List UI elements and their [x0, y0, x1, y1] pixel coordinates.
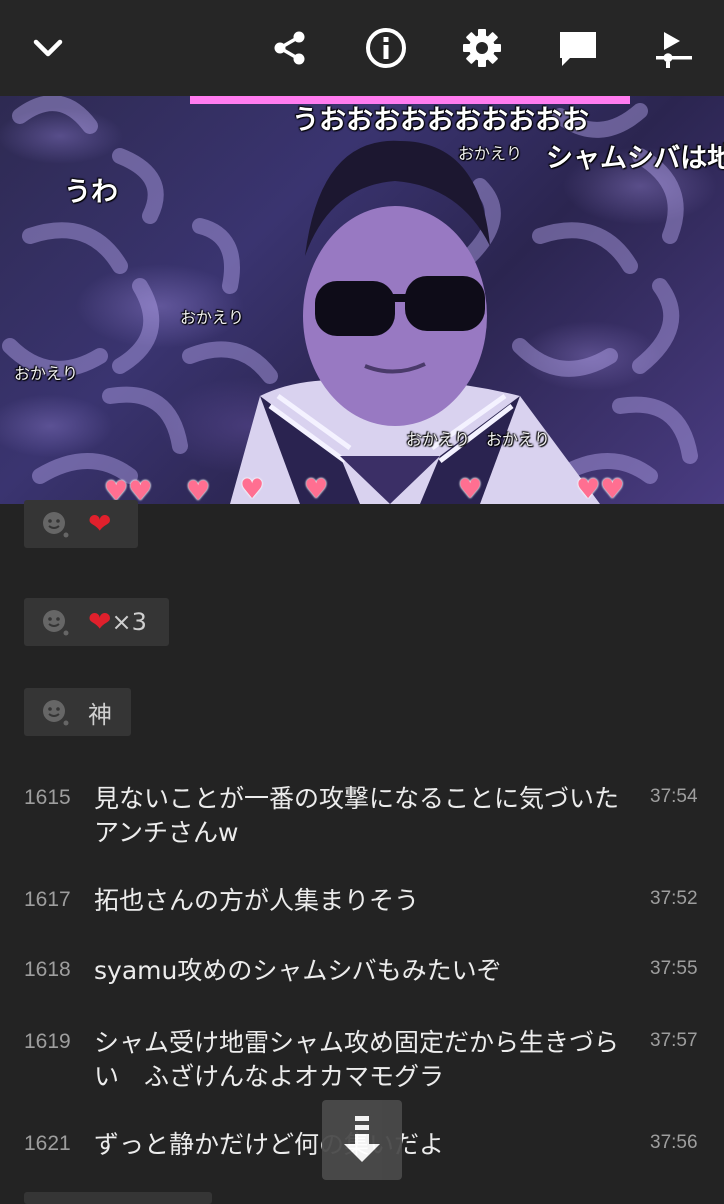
- reaction-text: ×3: [111, 608, 147, 636]
- comment-time: 37:55: [650, 958, 698, 979]
- video-player[interactable]: うおおおおおおおおおお シャムシバは地 うわ おかえり おかえり おかえり おか…: [0, 96, 724, 504]
- overlay-comment: うわ: [64, 177, 118, 208]
- reaction-chip[interactable]: ❤ ×3: [24, 598, 169, 646]
- comment-number: 1621: [24, 1132, 71, 1155]
- overlay-comment: シャムシバは地: [546, 143, 724, 174]
- comment-time: 37:54: [650, 786, 698, 807]
- info-icon[interactable]: [356, 18, 416, 78]
- overlay-comment: うおおおおおおおおおお: [292, 105, 589, 136]
- heart-overlay: ♥♥: [576, 474, 625, 504]
- comment-number: 1618: [24, 958, 71, 981]
- comment-text: syamu攻めのシャムシバもみたいぞ: [94, 956, 502, 985]
- comment-number: 1619: [24, 1030, 71, 1053]
- comment-time: 37:56: [650, 1132, 698, 1153]
- smiley-icon: [43, 700, 69, 726]
- share-icon[interactable]: [260, 18, 320, 78]
- comment-number: 1617: [24, 888, 71, 911]
- comment-number: 1615: [24, 786, 71, 809]
- top-bar: [0, 0, 724, 96]
- scroll-to-bottom-button[interactable]: [322, 1100, 402, 1180]
- comment-text: 見ないことが一番の攻撃になることに気づいたアンチさんw: [94, 784, 620, 847]
- reaction-chip[interactable]: [24, 1192, 212, 1204]
- comment-time: 37:57: [650, 1030, 698, 1051]
- reaction-chip[interactable]: ❤: [24, 500, 138, 548]
- gear-icon[interactable]: [452, 18, 512, 78]
- heart-overlay: ♥: [458, 474, 483, 504]
- playlist-icon[interactable]: [644, 18, 704, 78]
- comment-icon[interactable]: [548, 18, 608, 78]
- reaction-text: 神: [88, 700, 112, 729]
- smiley-icon: [43, 512, 69, 538]
- heart-overlay: ♥: [186, 476, 211, 504]
- overlay-comment: おかえり: [180, 308, 245, 327]
- arrow-down-icon: [344, 1116, 380, 1162]
- heart-icon: ❤: [88, 605, 112, 638]
- chevron-down-icon[interactable]: [18, 18, 78, 78]
- overlay-comment: おかえり: [406, 430, 471, 449]
- overlay-comment: おかえり: [486, 430, 551, 449]
- heart-overlay: ♥: [240, 474, 265, 504]
- overlay-comment: おかえり: [14, 364, 79, 383]
- smiley-icon: [43, 610, 69, 636]
- heart-overlay: ♥: [304, 474, 329, 504]
- comment-text: シャム受け地雷シャム攻め固定だから生きづらい ふざけんなよオカマモグラ: [94, 1028, 620, 1091]
- overlay-comment: おかえり: [458, 144, 523, 163]
- reaction-chip[interactable]: 神: [24, 688, 131, 736]
- heart-icon: ❤: [88, 507, 112, 540]
- comment-time: 37:52: [650, 888, 698, 909]
- comment-text: 拓也さんの方が人集まりそう: [94, 886, 420, 915]
